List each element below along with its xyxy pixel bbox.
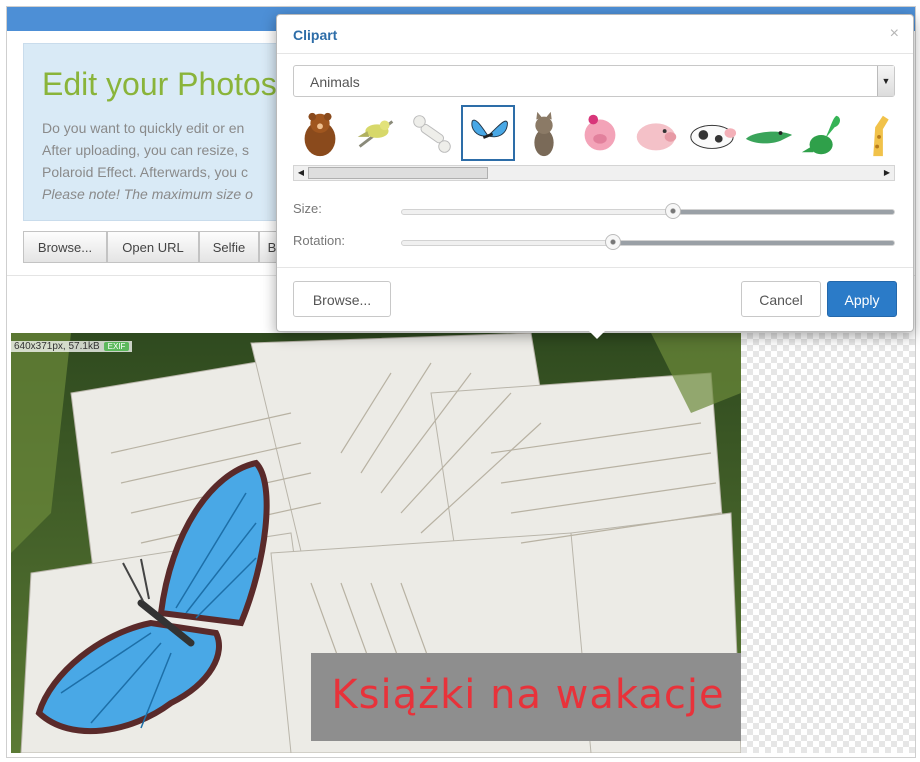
- pig-icon[interactable]: [629, 107, 683, 161]
- size-slider-track[interactable]: [401, 209, 895, 215]
- dialog-pointer: [589, 331, 605, 339]
- dialog-browse-button[interactable]: Browse...: [293, 281, 391, 317]
- scrollbar-thumb[interactable]: [308, 167, 488, 179]
- size-label: Size:: [293, 201, 322, 216]
- chevron-down-icon[interactable]: ▼: [877, 66, 894, 96]
- giraffe-icon[interactable]: [853, 107, 895, 161]
- category-value: Animals: [310, 74, 360, 90]
- butterfly-icon[interactable]: [461, 105, 515, 161]
- dinosaur-icon[interactable]: [797, 107, 851, 161]
- pig-girl-icon[interactable]: [573, 107, 627, 161]
- cancel-button[interactable]: Cancel: [741, 281, 821, 317]
- bird-icon[interactable]: [349, 107, 403, 161]
- browse-button[interactable]: Browse...: [23, 231, 107, 263]
- exif-badge[interactable]: EXIF: [103, 342, 130, 351]
- dialog-header-divider: [277, 53, 913, 54]
- dialog-footer-divider: [277, 267, 913, 268]
- caption-box[interactable]: Książki na wakacje: [315, 653, 741, 737]
- intro-text-4: Please note! The maximum size o: [42, 186, 253, 202]
- scroll-left-icon[interactable]: ◀: [295, 167, 307, 179]
- size-slider-handle[interactable]: [664, 203, 681, 219]
- transparent-background: [741, 333, 915, 753]
- cat-icon[interactable]: [517, 107, 571, 161]
- crocodile-icon[interactable]: [741, 107, 795, 161]
- apply-button[interactable]: Apply: [827, 281, 897, 317]
- photo-canvas[interactable]: Książki na wakacje: [11, 333, 741, 753]
- page-title: Edit your Photos: [42, 66, 277, 102]
- bear-icon[interactable]: [293, 107, 347, 161]
- photo-caption: Książki na wakacje: [331, 672, 725, 718]
- rotation-slider[interactable]: [401, 234, 895, 250]
- close-icon[interactable]: ×: [890, 25, 899, 43]
- intro-text-1: Do you want to quickly edit or en: [42, 120, 245, 136]
- open-url-button[interactable]: Open URL: [107, 231, 199, 263]
- dialog-title: Clipart: [293, 27, 338, 43]
- scroll-right-icon[interactable]: ▶: [881, 167, 893, 179]
- cow-icon[interactable]: [685, 107, 739, 161]
- rotation-slider-handle[interactable]: [605, 234, 622, 250]
- bone-icon[interactable]: [405, 107, 459, 161]
- size-slider[interactable]: [401, 203, 895, 219]
- rotation-label: Rotation:: [293, 233, 346, 248]
- image-size-text: 640x371px, 57.1kB: [14, 341, 100, 352]
- intro-text-3: Polaroid Effect. Afterwards, you c: [42, 164, 248, 180]
- intro-text-2: After uploading, you can resize, s: [42, 142, 250, 158]
- rotation-slider-track[interactable]: [401, 240, 895, 246]
- image-info: 640x371px, 57.1kB EXIF: [11, 341, 133, 352]
- gallery-scrollbar[interactable]: ◀ ▶: [293, 165, 895, 181]
- clipart-dialog: Clipart × Animals ▼ ◀ ▶ Size: Rotation: …: [276, 14, 914, 339]
- selfie-button[interactable]: Selfie: [199, 231, 259, 263]
- category-select[interactable]: Animals ▼: [293, 65, 895, 97]
- clipart-gallery: [293, 101, 895, 165]
